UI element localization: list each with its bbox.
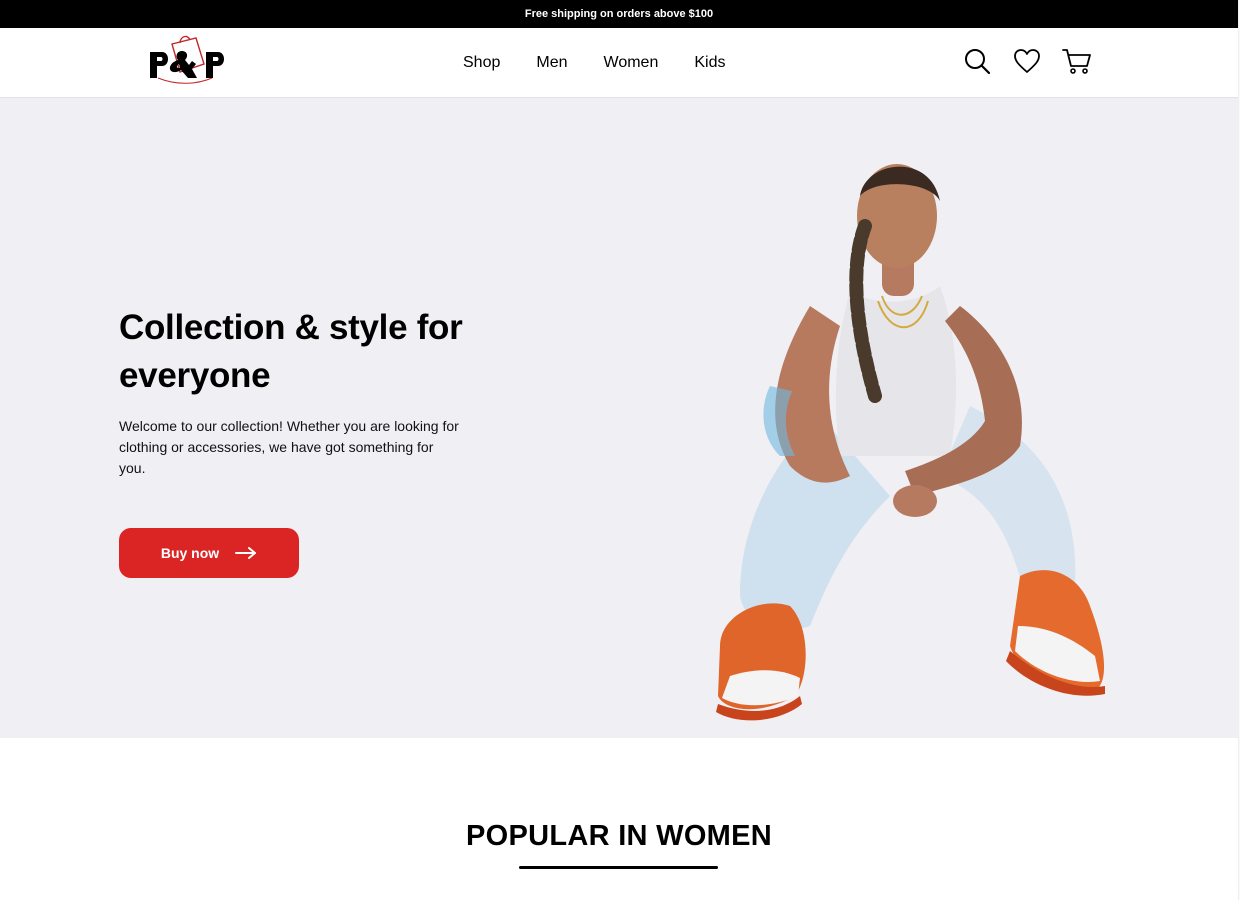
nav-item-men[interactable]: Men: [536, 54, 567, 72]
nav-item-women[interactable]: Women: [604, 54, 659, 72]
search-button[interactable]: [962, 46, 992, 76]
announcement-bar: Free shipping on orders above $100: [0, 0, 1238, 28]
heart-icon: [1014, 49, 1040, 73]
main-nav: Shop Men Women Kids: [463, 28, 761, 97]
buy-now-button[interactable]: Buy now: [119, 528, 299, 578]
hero-description: Welcome to our collection! Whether you a…: [119, 418, 459, 476]
section-underline: [519, 866, 718, 869]
shopping-bag-logo-icon: [150, 35, 224, 84]
cart-button[interactable]: [1062, 46, 1092, 76]
announcement-text: Free shipping on orders above $100: [524, 8, 714, 20]
search-icon: [965, 49, 991, 75]
nav-item-shop[interactable]: Shop: [463, 54, 500, 72]
wishlist-button[interactable]: [1012, 46, 1042, 76]
buy-now-label: Buy now: [160, 545, 220, 561]
arrow-right-icon: [235, 547, 257, 559]
hero-section: Collection & style for everyone Welcome …: [0, 98, 1238, 738]
site-header: Shop Men Women Kids: [0, 28, 1238, 98]
site-logo[interactable]: [148, 34, 228, 86]
cart-icon: [1062, 49, 1091, 74]
header-actions: [962, 46, 1112, 76]
section-title: POPULAR IN WOMEN: [465, 820, 773, 852]
nav-item-kids[interactable]: Kids: [694, 54, 725, 72]
hero-model-image: [716, 164, 1105, 721]
hero-title: Collection & style for everyone: [119, 308, 463, 395]
